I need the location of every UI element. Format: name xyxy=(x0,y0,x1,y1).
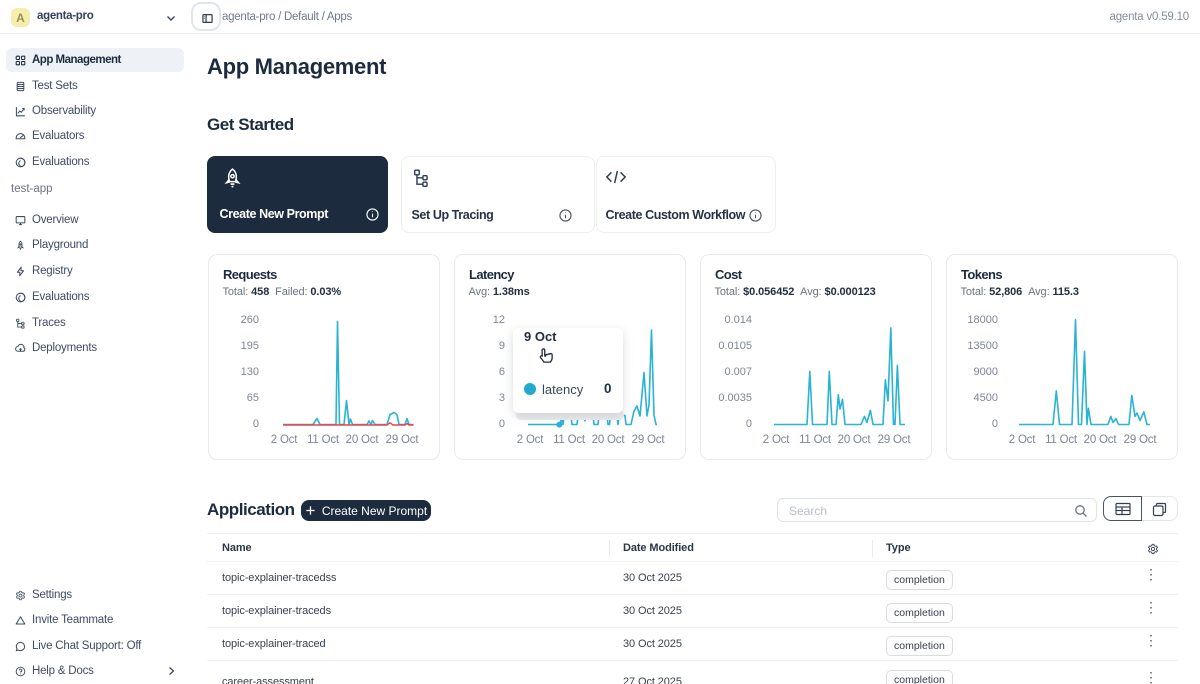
svg-text:29 Oct: 29 Oct xyxy=(878,434,912,446)
svg-text:20 Oct: 20 Oct xyxy=(1084,434,1118,446)
svg-text:130: 130 xyxy=(241,366,259,378)
svg-text:0.014: 0.014 xyxy=(724,314,752,326)
svg-text:18000: 18000 xyxy=(967,314,998,326)
svg-text:0.007: 0.007 xyxy=(724,366,752,378)
svg-text:2 Oct: 2 Oct xyxy=(763,434,790,446)
svg-text:29 Oct: 29 Oct xyxy=(1124,434,1158,446)
svg-text:20 Oct: 20 Oct xyxy=(592,434,626,446)
svg-text:13500: 13500 xyxy=(967,340,998,352)
svg-text:11 Oct: 11 Oct xyxy=(799,434,832,446)
svg-text:0: 0 xyxy=(499,418,505,430)
svg-text:20 Oct: 20 Oct xyxy=(346,434,380,446)
svg-text:195: 195 xyxy=(241,340,259,352)
svg-text:0: 0 xyxy=(992,418,998,430)
svg-text:4500: 4500 xyxy=(974,392,998,404)
svg-text:260: 260 xyxy=(241,314,259,326)
svg-text:11 Oct: 11 Oct xyxy=(1045,434,1078,446)
svg-text:12: 12 xyxy=(493,314,505,326)
svg-text:11 Oct: 11 Oct xyxy=(307,434,340,446)
svg-text:20 Oct: 20 Oct xyxy=(838,434,872,446)
svg-text:9000: 9000 xyxy=(974,366,998,378)
svg-text:0: 0 xyxy=(746,418,752,430)
svg-text:65: 65 xyxy=(247,392,259,404)
svg-text:29 Oct: 29 Oct xyxy=(632,434,666,446)
svg-text:29 Oct: 29 Oct xyxy=(386,434,420,446)
svg-text:11 Oct: 11 Oct xyxy=(553,434,586,446)
svg-text:3: 3 xyxy=(499,392,505,404)
svg-text:0: 0 xyxy=(253,418,259,430)
svg-text:0.0105: 0.0105 xyxy=(718,340,752,352)
svg-text:2 Oct: 2 Oct xyxy=(517,434,544,446)
svg-text:2 Oct: 2 Oct xyxy=(271,434,298,446)
svg-text:9: 9 xyxy=(499,340,505,352)
svg-text:6: 6 xyxy=(499,366,505,378)
svg-text:0.0035: 0.0035 xyxy=(718,392,752,404)
svg-text:2 Oct: 2 Oct xyxy=(1009,434,1036,446)
